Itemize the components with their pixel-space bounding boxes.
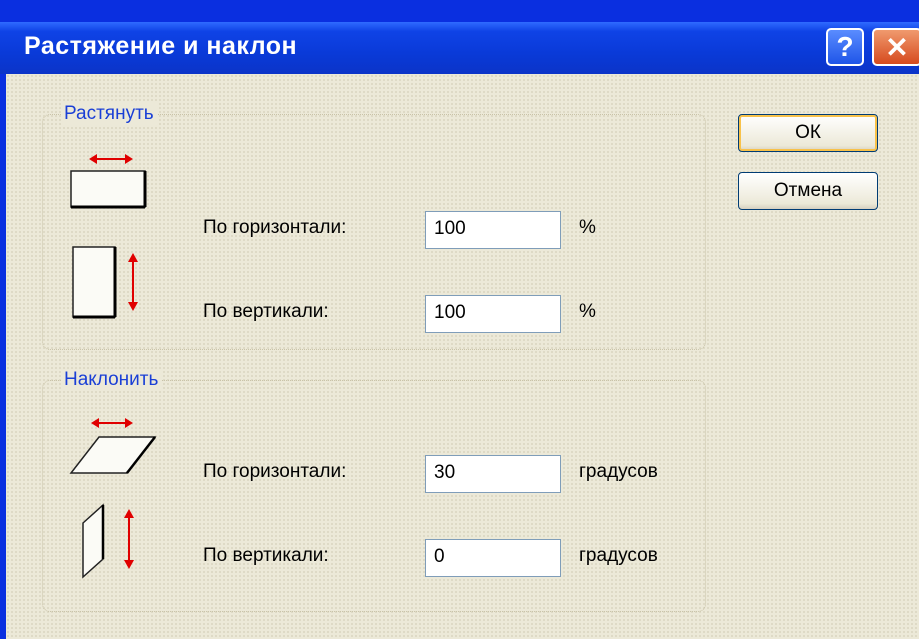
- dialog-body: Растянуть По горизонтали: 100 % По верти…: [6, 74, 919, 639]
- stretch-horizontal-label: По горизонтали:: [203, 217, 347, 238]
- skew-horizontal-label: По горизонтали:: [203, 461, 347, 482]
- skew-vertical-unit: градусов: [579, 545, 658, 566]
- ok-button[interactable]: ОК: [738, 114, 878, 152]
- skew-vertical-input[interactable]: 0: [425, 539, 561, 577]
- help-button[interactable]: ?: [826, 28, 864, 66]
- stretch-vertical-icon: [72, 246, 138, 319]
- title-bar[interactable]: Растяжение и наклон ? ✕: [0, 22, 919, 74]
- stretch-vertical-label: По вертикали:: [203, 301, 329, 322]
- skew-group-label: Наклонить: [61, 369, 162, 391]
- dialog-title: Растяжение и наклон: [24, 32, 298, 60]
- stretch-horizontal-icon: [70, 154, 147, 209]
- close-button[interactable]: ✕: [872, 28, 919, 66]
- dialog-window: Растяжение и наклон ? ✕ Растянуть По гор…: [0, 0, 919, 639]
- stretch-horizontal-unit: %: [579, 217, 596, 238]
- cancel-button[interactable]: Отмена: [738, 172, 878, 210]
- skew-group: Наклонить По горизонтали: 30 градусов По…: [42, 369, 706, 612]
- skew-horizontal-unit: градусов: [579, 461, 658, 482]
- stretch-group: Растянуть По горизонтали: 100 % По верти…: [42, 103, 706, 350]
- stretch-vertical-input[interactable]: 100: [425, 295, 561, 333]
- stretch-group-label: Растянуть: [61, 103, 157, 125]
- skew-horizontal-icon: [69, 418, 157, 474]
- skew-horizontal-input[interactable]: 30: [425, 455, 561, 493]
- stretch-vertical-unit: %: [579, 301, 596, 322]
- skew-vertical-label: По вертикали:: [203, 545, 329, 566]
- stretch-horizontal-input[interactable]: 100: [425, 211, 561, 249]
- skew-vertical-icon: [82, 503, 134, 579]
